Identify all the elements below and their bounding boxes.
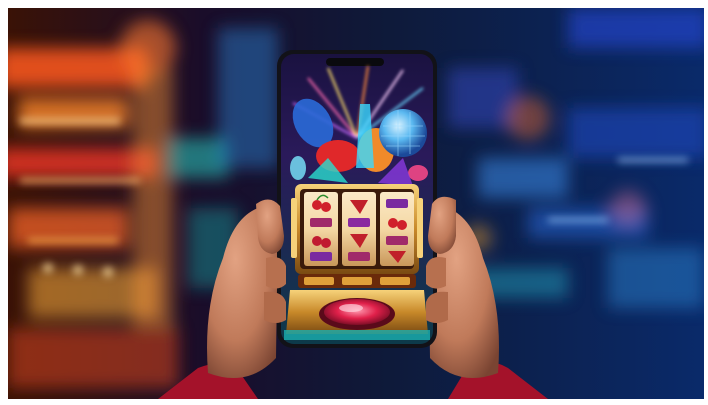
bar-icon bbox=[310, 252, 332, 261]
bar-icon bbox=[310, 218, 332, 227]
reels bbox=[304, 192, 414, 266]
photo-frame bbox=[8, 8, 704, 399]
bar-icon bbox=[348, 218, 370, 227]
bar-icon bbox=[386, 236, 408, 245]
phone-notch bbox=[326, 58, 384, 66]
bar-icon bbox=[386, 199, 408, 208]
casino-phone-illustration bbox=[8, 8, 704, 399]
spin-button-icon bbox=[324, 299, 390, 325]
disco-ball-icon bbox=[379, 109, 427, 157]
bar-icon bbox=[348, 252, 370, 261]
